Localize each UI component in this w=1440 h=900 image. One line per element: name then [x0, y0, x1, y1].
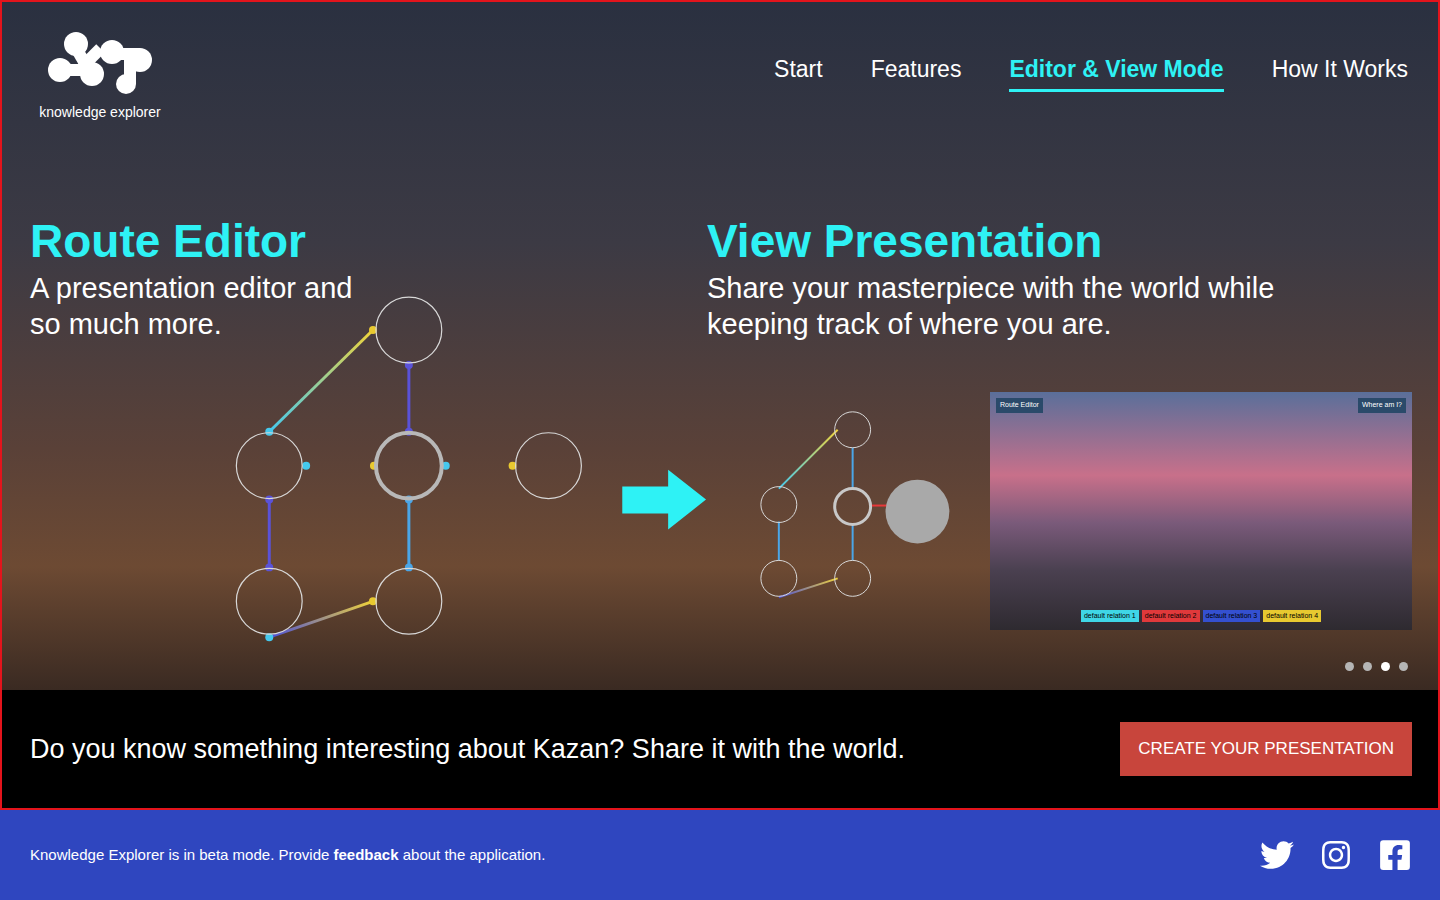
- preview-tags: default relation 1default relation 2defa…: [996, 610, 1406, 623]
- nav-item[interactable]: How It Works: [1272, 52, 1408, 92]
- relation-tag[interactable]: default relation 3: [1203, 610, 1261, 623]
- nav-item[interactable]: Features: [871, 52, 962, 92]
- route-editor-title: Route Editor: [30, 215, 707, 268]
- carousel-dots: [1345, 662, 1408, 671]
- preview-toolbar: Route Editor Where am I?: [996, 398, 1406, 413]
- social-links: [1260, 838, 1412, 872]
- facebook-icon[interactable]: [1378, 838, 1412, 872]
- graph-edge: [442, 462, 517, 470]
- graph-edge: [265, 326, 377, 436]
- route-editor-subtitle: A presentation editor and so much more.: [30, 270, 365, 342]
- footer: Knowledge Explorer is in beta mode. Prov…: [0, 810, 1440, 900]
- carousel-dot[interactable]: [1399, 662, 1408, 671]
- logo[interactable]: knowledge explorer: [30, 30, 170, 123]
- graph-edge: [405, 496, 413, 572]
- graph-node: [236, 433, 302, 499]
- graph-node: [376, 433, 442, 499]
- cta-bar: Do you know something interesting about …: [2, 690, 1438, 808]
- carousel-dot[interactable]: [1345, 662, 1354, 671]
- create-presentation-button[interactable]: CREATE YOUR PRESENTATION: [1120, 722, 1412, 776]
- carousel-dot[interactable]: [1381, 662, 1390, 671]
- nav-item[interactable]: Start: [774, 52, 823, 92]
- graph-edge: [405, 361, 413, 436]
- main-frame: knowledge explorer Start Features Editor & …: [0, 0, 1440, 810]
- arrow-icon: [622, 470, 706, 530]
- hero: knowledge explorer Start Features Editor & …: [2, 2, 1438, 690]
- graph-edge: [302, 462, 378, 470]
- logo-icon: [46, 30, 154, 96]
- preview-route-editor-button[interactable]: Route Editor: [996, 398, 1043, 413]
- feature-row: Route EditorA presentation editor and so…: [2, 215, 1438, 342]
- graph-node: [236, 568, 302, 634]
- feedback-link[interactable]: feedback: [334, 846, 399, 863]
- graph-node: [376, 568, 442, 634]
- graph-edge: [265, 496, 273, 572]
- graph-edge: [265, 597, 377, 641]
- relation-tag[interactable]: default relation 4: [1263, 610, 1321, 623]
- logo-text: knowledge explorer: [39, 102, 160, 123]
- instagram-icon[interactable]: [1320, 839, 1352, 871]
- graph-node: [516, 433, 582, 499]
- graph-node: [376, 297, 442, 363]
- mini-graph: [761, 412, 949, 597]
- view-presentation-title: View Presentation: [707, 215, 1418, 268]
- preview-where-button[interactable]: Where am I?: [1358, 398, 1406, 413]
- relation-tag[interactable]: default relation 2: [1142, 610, 1200, 623]
- footer-text: Knowledge Explorer is in beta mode. Prov…: [30, 844, 545, 867]
- nav-item[interactable]: Editor & View Mode: [1009, 52, 1223, 92]
- top-nav: knowledge explorer Start Features Editor & …: [2, 2, 1438, 123]
- carousel-dot[interactable]: [1363, 662, 1372, 671]
- presentation-preview: Route Editor Where am I? default relation …: [990, 392, 1412, 630]
- view-presentation-section: View PresentationShare your masterpiece …: [707, 215, 1438, 342]
- cta-text: Do you know something interesting about …: [30, 729, 905, 770]
- route-editor-section: Route EditorA presentation editor and so…: [2, 215, 707, 342]
- page: knowledge explorer Start Features Editor & …: [0, 0, 1440, 900]
- twitter-icon[interactable]: [1260, 838, 1294, 872]
- relation-tag[interactable]: default relation 1: [1081, 610, 1139, 623]
- view-presentation-subtitle: Share your masterpiece with the world wh…: [707, 270, 1307, 342]
- nav-menu: Start Features Editor & View Mode How It Wo…: [774, 30, 1410, 123]
